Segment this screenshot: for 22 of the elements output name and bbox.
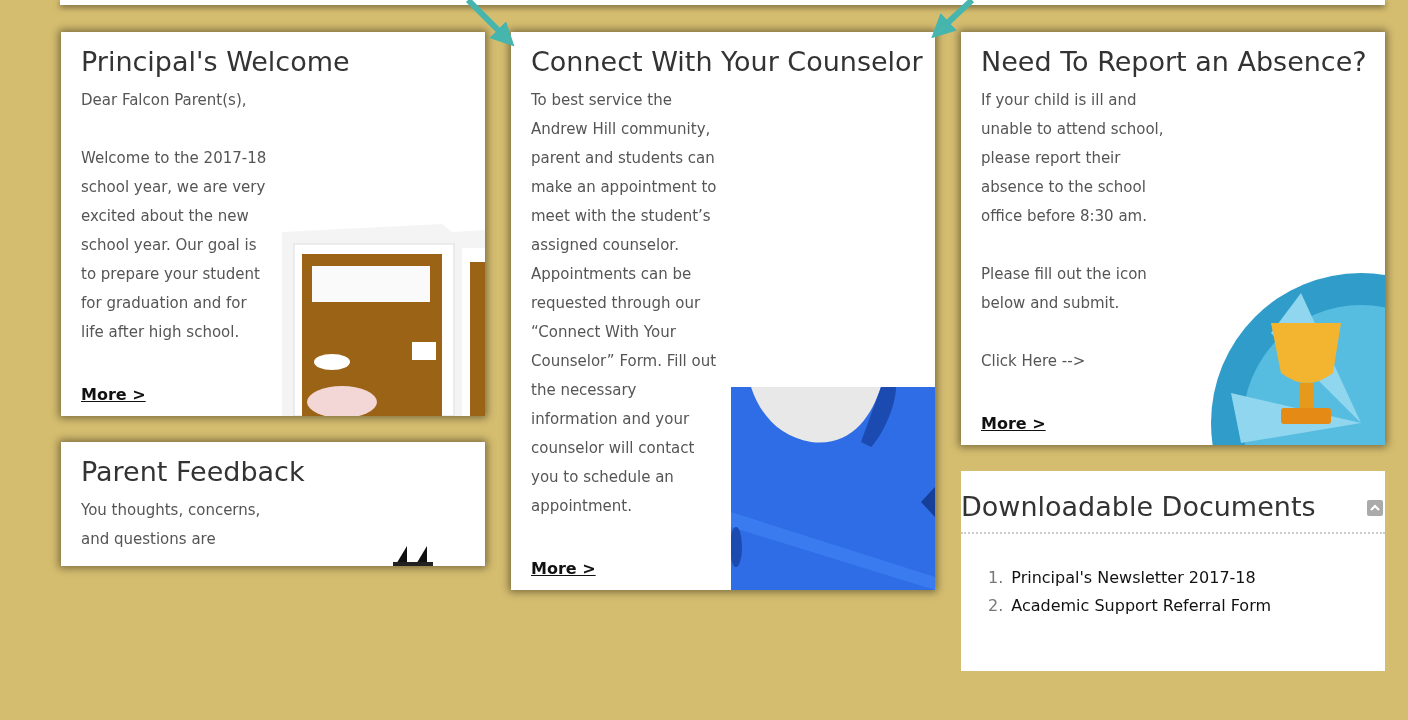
paragraph: Please fill out the icon below and submit. bbox=[981, 264, 1148, 314]
list-number: 2. bbox=[988, 595, 1004, 617]
paragraph: Welcome to the 2017-18 school year, we are very excited about the new school year. Our goal is to prepare your student for graduation and for life after high school. bbox=[81, 148, 268, 343]
more-link[interactable]: More > bbox=[981, 414, 1046, 433]
list-number: 1. bbox=[988, 567, 1004, 589]
card-title: Connect With Your Counselor bbox=[530, 45, 924, 79]
card-title: Parent Feedback bbox=[80, 455, 306, 489]
paragraph: If your child is ill and unable to attend school, please report their absence to the school office before 8:30 am. bbox=[981, 90, 1165, 227]
document-link[interactable]: Academic Support Referral Form bbox=[1011, 592, 1271, 620]
more-link[interactable]: More > bbox=[81, 385, 146, 404]
section-title: Downloadable Documents bbox=[961, 491, 1316, 522]
card-title: Need To Report an Absence? bbox=[980, 45, 1368, 79]
paragraph: Dear Falcon Parent(s), bbox=[81, 90, 248, 111]
pointer-arrow bbox=[465, 0, 515, 47]
document-link[interactable]: Principal's Newsletter 2017-18 bbox=[1011, 564, 1256, 592]
pointer-arrow bbox=[931, 0, 975, 39]
collapse-icon[interactable] bbox=[1367, 500, 1383, 516]
card-title: Principal's Welcome bbox=[80, 45, 351, 79]
paragraph: You thoughts, concerns, and questions are bbox=[81, 500, 262, 550]
paragraph: To best service the Andrew Hill community, parent and students can make an appointment to meet with the student’s assigned counselor. Appointments can be requested through our “Connect With Your Counselor” Form. Fill out the necessary information and your counselor will contact you to schedule an appointment. bbox=[531, 90, 718, 517]
more-link[interactable]: More > bbox=[531, 559, 596, 578]
paragraph: Click Here --> bbox=[981, 351, 1087, 372]
